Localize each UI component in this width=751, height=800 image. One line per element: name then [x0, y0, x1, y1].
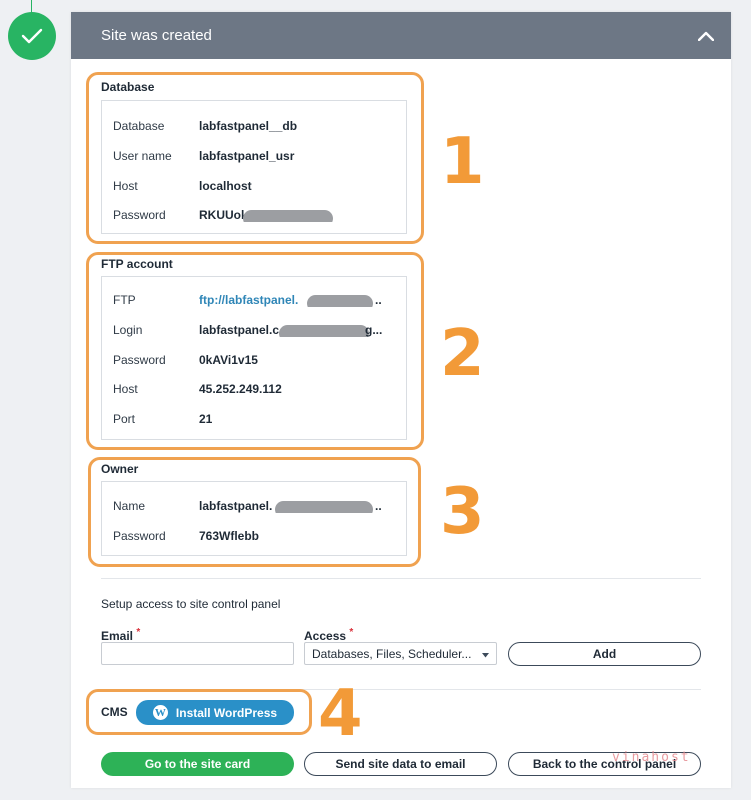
dropdown-caret-icon: [482, 647, 489, 661]
annotation-highlight-owner: [88, 457, 421, 567]
annotation-highlight-ftp: [86, 252, 424, 450]
go-to-site-card-button[interactable]: Go to the site card: [101, 752, 294, 776]
email-input[interactable]: [101, 642, 294, 665]
annotation-highlight-cms: [86, 689, 312, 735]
annotation-number-2: 2: [440, 317, 485, 391]
annotation-number-1: 1: [440, 125, 485, 199]
annotation-number-4: 4: [318, 677, 363, 751]
access-selected-value: Databases, Files, Scheduler...: [312, 646, 472, 661]
required-asterisk: *: [136, 627, 141, 638]
panel-header[interactable]: Site was created: [71, 12, 731, 59]
required-asterisk: *: [349, 627, 354, 638]
chevron-up-icon[interactable]: [695, 25, 717, 47]
access-label-text: Access: [304, 629, 347, 643]
annotation-highlight-database: [86, 72, 424, 244]
access-label: Access *: [304, 627, 353, 643]
add-access-button[interactable]: Add: [508, 642, 701, 666]
access-select[interactable]: Databases, Files, Scheduler...: [304, 642, 497, 665]
section-divider: [101, 578, 701, 579]
watermark-logo: vinahost: [612, 750, 691, 765]
annotation-number-3: 3: [440, 475, 485, 549]
email-label-text: Email: [101, 629, 134, 643]
send-site-data-email-button[interactable]: Send site data to email: [304, 752, 497, 776]
email-label: Email *: [101, 627, 140, 643]
success-check-icon: [8, 12, 56, 60]
panel-title: Site was created: [101, 27, 212, 44]
access-setup-title: Setup access to site control panel: [101, 597, 281, 611]
